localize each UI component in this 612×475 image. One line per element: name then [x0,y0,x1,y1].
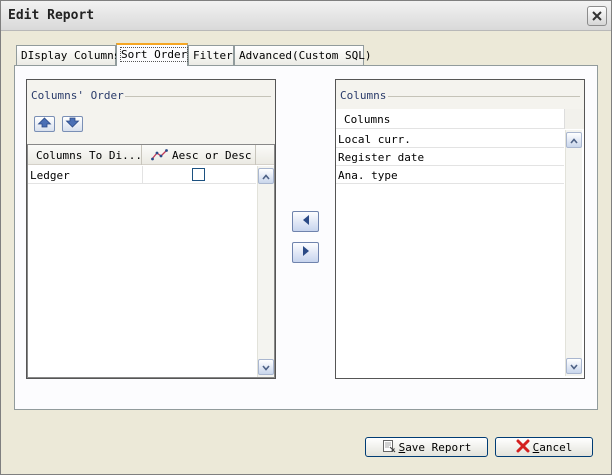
cell-column-name: Ledger [30,169,70,182]
move-down-icon [65,117,80,131]
grid-header: Columns To Di... Aesc or Desc [28,145,274,165]
available-columns-group: Columns Columns Local curr. Register dat… [335,79,585,379]
tab-label: DIsplay Columns [21,49,121,62]
move-down-button[interactable] [62,116,83,132]
move-right-button[interactable] [292,242,319,263]
sort-order-panel: Columns' Order Columns To Di... Aesc or … [14,65,598,410]
close-button[interactable] [587,6,607,26]
tab-filter[interactable]: Filter [188,45,234,65]
save-report-icon [382,439,396,456]
scroll-up-button[interactable] [258,168,274,184]
list-item[interactable]: Local curr. [336,130,564,148]
chevron-down-icon [570,360,578,373]
grid-header: Columns [336,109,564,129]
header-label: Columns To Di... [36,149,142,162]
scroll-down-button[interactable] [258,359,274,375]
group-divider [388,96,580,97]
group-title: Columns [340,89,391,102]
title-bar[interactable]: Edit Report [1,1,611,31]
arrow-left-icon [301,214,311,229]
tab-label: Sort Order [119,47,189,62]
tab-sort-order[interactable]: Sort Order [116,43,189,66]
tab-display-columns[interactable]: DIsplay Columns [16,45,120,65]
right-grid-scrollbar[interactable] [565,130,582,376]
tab-label: Advanced(Custom SQL) [239,49,372,62]
header-asc-or-desc[interactable]: Aesc or Desc [142,145,256,165]
cancel-button[interactable]: Cancel [495,437,593,457]
column-name: Ana. type [338,169,398,182]
columns-order-group: Columns' Order Columns To Di... Aesc or … [26,79,276,379]
tab-advanced-custom-sql[interactable]: Advanced(Custom SQL) [234,45,371,65]
group-divider [125,96,271,97]
save-report-label: Save Report [398,440,472,454]
edit-report-dialog: Edit Report DIsplay Columns Sort Order F… [0,0,612,475]
header-label: Columns [344,113,391,126]
header-columns[interactable]: Columns [336,109,564,129]
column-name: Local curr. [338,133,411,146]
column-name: Register date [338,151,425,164]
sort-columns-grid: Columns To Di... Aesc or Desc Ledger [27,144,275,378]
header-label: Aesc or Desc [172,149,252,162]
chevron-up-icon [262,170,270,183]
list-item[interactable]: Ana. type [336,166,564,184]
chevron-up-icon [570,134,578,147]
tab-label: Filter [193,49,233,62]
move-left-button[interactable] [292,211,319,232]
sort-order-icon [151,149,168,164]
header-corner [564,109,584,129]
available-columns-grid: Columns Local curr. Register date Ana. t… [336,109,584,378]
move-up-icon [37,117,52,131]
scroll-up-button[interactable] [566,132,582,148]
save-report-button[interactable]: Save Report [365,437,488,457]
scroll-down-button[interactable] [566,358,582,374]
cancel-icon [516,439,530,456]
cancel-label: Cancel [532,440,573,454]
close-icon [591,10,603,22]
arrow-right-icon [301,245,311,260]
desc-checkbox[interactable] [192,168,205,181]
move-up-button[interactable] [34,116,55,132]
window-title: Edit Report [8,8,95,23]
list-item[interactable]: Register date [336,148,564,166]
left-grid-scrollbar[interactable] [257,166,274,377]
table-row[interactable]: Ledger [28,166,256,184]
group-title: Columns' Order [31,89,128,102]
header-columns-to-display[interactable]: Columns To Di... [28,145,142,165]
chevron-down-icon [262,361,270,374]
cell-divider [142,166,143,184]
